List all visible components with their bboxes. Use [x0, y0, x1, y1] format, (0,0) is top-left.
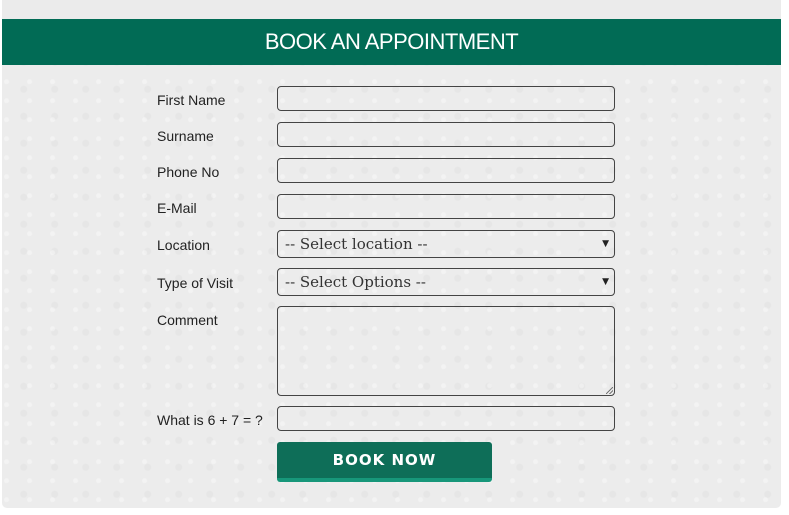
captcha-label: What is 6 + 7 = ? [157, 412, 263, 428]
first-name-input[interactable] [277, 86, 615, 111]
location-select[interactable]: -- Select location -- ▼ [277, 230, 615, 258]
panel-header: BOOK AN APPOINTMENT [2, 19, 781, 65]
surname-input[interactable] [277, 122, 615, 147]
phone-input[interactable] [277, 158, 615, 183]
email-input[interactable] [277, 194, 615, 219]
visit-type-selected-value: -- Select Options -- [285, 273, 426, 291]
dropdown-arrow-icon: ▼ [602, 277, 609, 287]
location-label: Location [157, 237, 210, 253]
page-title: BOOK AN APPOINTMENT [264, 29, 519, 54]
visit-type-select[interactable]: -- Select Options -- ▼ [277, 268, 615, 296]
visit-type-label: Type of Visit [157, 275, 234, 291]
comment-label: Comment [157, 312, 218, 328]
comment-textarea[interactable] [277, 306, 615, 396]
page-background [2, 0, 781, 19]
first-name-label: First Name [157, 92, 226, 108]
captcha-input[interactable] [277, 406, 615, 431]
email-label: E-Mail [157, 200, 197, 216]
resize-grip-icon[interactable] [606, 387, 613, 394]
surname-label: Surname [157, 128, 214, 144]
dropdown-arrow-icon: ▼ [602, 239, 609, 249]
book-now-button[interactable]: BOOK NOW [277, 442, 492, 482]
location-selected-value: -- Select location -- [285, 235, 428, 253]
appointment-panel: BOOK AN APPOINTMENT First Name Surname P… [2, 19, 781, 508]
phone-label: Phone No [157, 164, 220, 180]
